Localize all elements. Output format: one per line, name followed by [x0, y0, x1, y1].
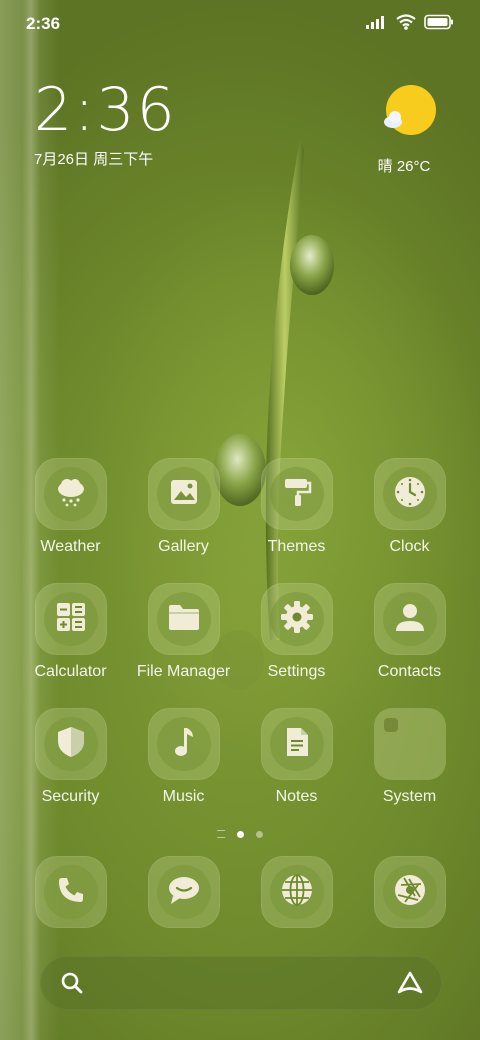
search-bar[interactable] — [40, 956, 442, 1010]
app-label: Weather — [40, 538, 101, 555]
app-settings[interactable]: Settings — [240, 583, 353, 681]
weather-cloud-icon — [54, 475, 88, 514]
app-label: Music — [162, 788, 205, 805]
app-contacts[interactable]: Contacts — [353, 583, 466, 681]
search-icon[interactable] — [60, 971, 84, 1000]
gallery-image-icon — [169, 477, 199, 512]
weather-text: 晴 26°C — [377, 158, 431, 175]
app-label: Notes — [275, 788, 318, 805]
page-indicator[interactable] — [0, 830, 480, 838]
app-label: Clock — [389, 538, 430, 555]
page-dot — [256, 830, 263, 838]
status-bar: 2:36 — [0, 0, 480, 50]
weather-widget[interactable]: 晴 26°C — [374, 84, 444, 176]
page-dot-active — [237, 830, 244, 838]
battery-icon — [424, 14, 454, 35]
app-label: Contacts — [377, 663, 442, 680]
app-system-folder[interactable]: System — [353, 708, 466, 806]
app-security[interactable]: Security — [14, 708, 127, 806]
person-icon — [394, 601, 426, 638]
app-label: File Manager — [136, 663, 231, 680]
sun-cloud-icon — [381, 85, 437, 144]
phone-icon — [56, 875, 86, 910]
app-clock[interactable]: Clock — [353, 458, 466, 556]
app-gallery[interactable]: Gallery — [127, 458, 240, 556]
signal-icon — [366, 15, 388, 34]
clock-icon — [393, 475, 427, 514]
calculator-icon — [55, 601, 87, 638]
paint-roller-icon — [281, 476, 313, 513]
wifi-icon — [396, 14, 416, 35]
widget-time: 2:36 — [34, 75, 177, 145]
folder-icon — [167, 602, 201, 637]
app-notes[interactable]: Notes — [240, 708, 353, 806]
status-time: 2:36 — [26, 14, 61, 33]
feed-lines-icon — [217, 830, 225, 838]
app-label: Settings — [267, 663, 326, 680]
app-themes[interactable]: Themes — [240, 458, 353, 556]
widget-date: 7月26日 周三下午 — [34, 151, 154, 168]
browser-globe-icon — [280, 873, 314, 912]
dock-messages[interactable] — [127, 856, 240, 928]
assistant-icon[interactable] — [396, 970, 424, 1001]
gear-icon — [280, 600, 314, 639]
app-weather[interactable]: Weather — [14, 458, 127, 556]
message-icon — [167, 874, 201, 911]
app-label: Security — [41, 788, 100, 805]
folder-group-icon — [373, 708, 446, 780]
app-label: Themes — [267, 538, 326, 555]
app-label: System — [382, 788, 437, 805]
note-document-icon — [283, 726, 311, 763]
shield-icon — [56, 725, 86, 764]
clock-widget[interactable]: 2:36 7月26日 周三下午 — [34, 78, 177, 169]
app-label: Calculator — [34, 663, 107, 680]
app-calculator[interactable]: Calculator — [14, 583, 127, 681]
app-label: Gallery — [158, 538, 209, 555]
music-note-icon — [169, 725, 199, 764]
dock-camera[interactable] — [353, 856, 466, 928]
dock-phone[interactable] — [14, 856, 127, 928]
app-music[interactable]: Music — [127, 708, 240, 806]
camera-shutter-icon — [393, 873, 427, 912]
dock-browser[interactable] — [240, 856, 353, 928]
app-file-manager[interactable]: File Manager — [127, 583, 240, 681]
